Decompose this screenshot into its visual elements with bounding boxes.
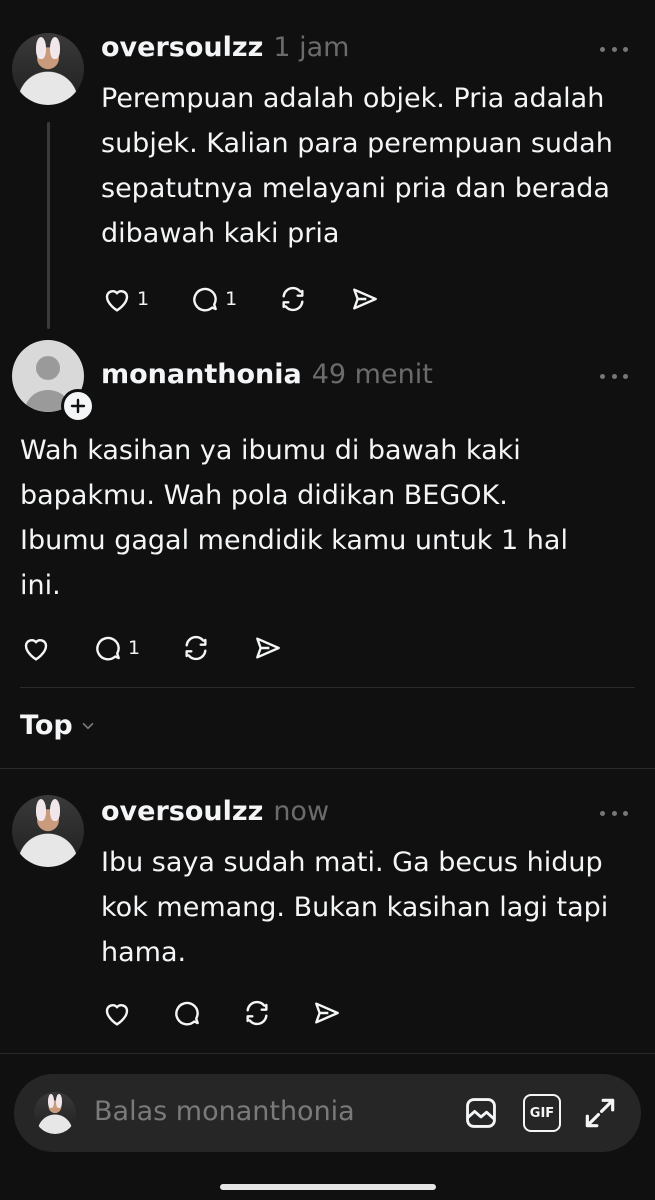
send-icon	[353, 288, 378, 310]
repost-button[interactable]	[241, 997, 273, 1029]
plus-icon	[70, 398, 86, 414]
comment-count: 1	[128, 637, 141, 659]
username[interactable]: oversoulzz	[101, 796, 263, 827]
comment-icon	[175, 1001, 199, 1026]
text-line: Wah kasihan ya ibumu di bawah kaki	[20, 435, 521, 466]
username[interactable]: oversoulzz	[101, 32, 263, 63]
sort-dropdown[interactable]: Top	[20, 710, 97, 741]
like-button[interactable]	[101, 997, 133, 1029]
text-line: Ibu saya sudah mati. Ga becus hidup	[101, 847, 603, 878]
repost-icon	[185, 635, 207, 661]
more-icon[interactable]	[600, 371, 628, 381]
sort-label: Top	[20, 710, 73, 741]
avatar	[34, 1092, 76, 1134]
comment-button[interactable]: 1	[189, 283, 237, 315]
like-count: 1	[137, 288, 150, 310]
post-header: oversoulzz 1 jam	[101, 32, 349, 63]
heart-icon	[105, 1004, 129, 1026]
divider	[0, 768, 655, 769]
text-line: dibawah kaki pria	[101, 218, 340, 249]
image-icon[interactable]	[462, 1094, 500, 1132]
post-text: Ibu saya sudah mati. Ga becus hidup kok …	[101, 840, 608, 975]
heart-icon	[24, 639, 48, 661]
comment-count: 1	[225, 288, 238, 310]
thread-line	[47, 122, 50, 329]
repost-button[interactable]	[277, 283, 309, 315]
share-button[interactable]	[311, 997, 343, 1029]
post-text: Perempuan adalah objek. Pria adalah subj…	[101, 76, 613, 256]
home-indicator[interactable]	[220, 1184, 436, 1190]
comment-button[interactable]	[171, 997, 203, 1029]
send-icon	[315, 1002, 339, 1024]
chevron-down-icon	[82, 722, 94, 729]
follow-button[interactable]	[61, 389, 95, 423]
divider	[0, 1053, 655, 1054]
divider	[20, 687, 635, 688]
timestamp: 49 menit	[311, 359, 433, 390]
gif-label: GIF	[529, 1105, 555, 1121]
gif-icon[interactable]: GIF	[523, 1094, 561, 1132]
avatar[interactable]	[12, 795, 84, 867]
post-header: monanthonia 49 menit	[101, 359, 433, 390]
text-line: bapakmu. Wah pola didikan BEGOK.	[20, 480, 508, 511]
post-actions: 1	[20, 632, 330, 664]
post-text: Wah kasihan ya ibumu di bawah kaki bapak…	[20, 428, 568, 608]
share-button[interactable]	[349, 283, 381, 315]
text-line: sepatutnya melayani pria dan berada	[101, 173, 610, 204]
repost-icon	[282, 286, 304, 312]
comment-icon	[96, 636, 120, 661]
comment-button[interactable]: 1	[92, 632, 140, 664]
heart-icon	[105, 290, 129, 312]
text-line: hama.	[101, 937, 187, 968]
more-icon[interactable]	[600, 44, 628, 54]
expand-icon[interactable]	[581, 1094, 619, 1132]
text-line: ini.	[20, 570, 61, 601]
post-header: oversoulzz now	[101, 796, 329, 827]
post-actions	[101, 997, 389, 1029]
timestamp: 1 jam	[273, 32, 350, 63]
more-icon[interactable]	[600, 808, 628, 818]
text-line: Perempuan adalah objek. Pria adalah	[101, 83, 605, 114]
text-line: Ibumu gagal mendidik kamu untuk 1 hal	[20, 525, 568, 556]
post-actions: 1 1	[101, 283, 427, 315]
reply-composer[interactable]: Balas monanthonia GIF	[14, 1074, 641, 1152]
like-button[interactable]	[20, 632, 52, 664]
repost-button[interactable]	[180, 632, 212, 664]
text-line: subjek. Kalian para perempuan sudah	[101, 128, 613, 159]
timestamp: now	[273, 796, 330, 827]
reply-input[interactable]: Balas monanthonia	[94, 1096, 355, 1127]
avatar[interactable]	[12, 33, 84, 105]
username[interactable]: monanthonia	[101, 359, 302, 390]
text-line: kok memang. Bukan kasihan lagi tapi	[101, 892, 609, 923]
repost-icon	[246, 1000, 268, 1026]
share-button[interactable]	[252, 632, 284, 664]
send-icon	[256, 637, 280, 659]
like-button[interactable]: 1	[101, 283, 149, 315]
comment-icon	[193, 287, 217, 312]
